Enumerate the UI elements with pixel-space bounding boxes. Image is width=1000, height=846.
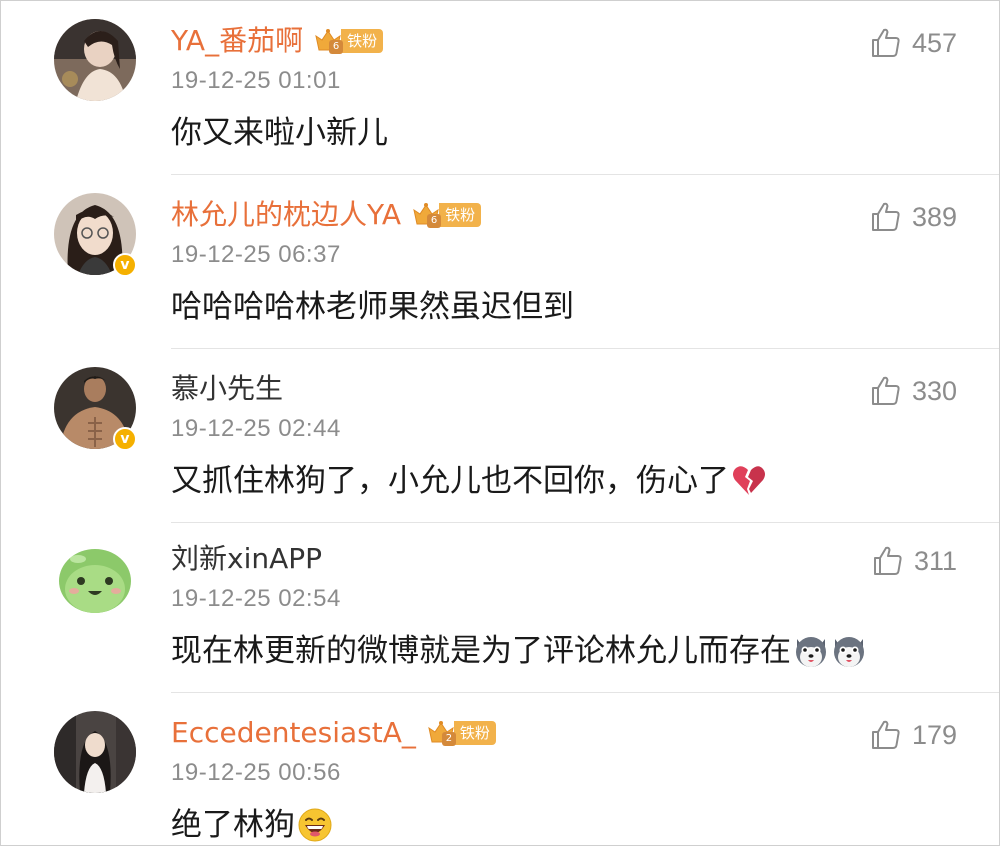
username[interactable]: YA_番茄啊 — [171, 21, 303, 61]
comment-text-body: 绝了林狗 — [171, 807, 295, 843]
username-row: YA_番茄啊 6 铁粉 — [171, 21, 384, 61]
verified-badge-icon: v — [113, 427, 137, 451]
comment-text: 现在林更新的微博就是为了评论林允儿而存在 — [171, 629, 867, 673]
comment-item: 刘新xinAPP 19-12-25 02:54 现在林更新的微博就是为了评论林允… — [1, 519, 999, 693]
thumbs-up-icon — [871, 720, 900, 749]
like-button[interactable]: 457 — [870, 23, 957, 63]
crown-icon: 2 — [426, 718, 456, 748]
badge-label: 铁粉 — [453, 721, 496, 745]
thumbs-up-icon — [871, 202, 900, 231]
timestamp: 19-12-25 01:01 — [171, 67, 341, 94]
comment-list: YA_番茄啊 6 铁粉 19-12-25 01:01 你又来啦小新儿 457 v… — [0, 0, 1000, 846]
like-button[interactable]: 330 — [870, 371, 957, 411]
fan-badge[interactable]: 6 铁粉 — [411, 200, 482, 230]
thumbs-up-icon — [871, 28, 900, 57]
like-button[interactable]: 389 — [870, 197, 957, 237]
like-count: 389 — [911, 201, 957, 232]
husky-icon — [831, 633, 867, 669]
comment-text: 绝了林狗 — [171, 803, 333, 845]
username[interactable]: 林允儿的枕边人YA — [171, 195, 401, 235]
comment-item: v 慕小先生 19-12-25 02:44 又抓住林狗了，小允儿也不回你，伤心了… — [1, 349, 999, 523]
avatar[interactable] — [54, 537, 136, 619]
badge-level: 6 — [427, 214, 442, 228]
like-count: 457 — [911, 27, 957, 58]
timestamp: 19-12-25 00:56 — [171, 759, 341, 786]
timestamp: 19-12-25 02:44 — [171, 415, 341, 442]
username-row: 刘新xinAPP — [171, 539, 322, 579]
like-count: 179 — [911, 719, 957, 750]
badge-label: 铁粉 — [341, 29, 384, 53]
comment-text: 又抓住林狗了，小允儿也不回你，伤心了 — [171, 459, 767, 503]
crown-icon: 6 — [313, 26, 344, 56]
username-row: 林允儿的枕边人YA 6 铁粉 — [171, 195, 482, 235]
comment-item: YA_番茄啊 6 铁粉 19-12-25 01:01 你又来啦小新儿 457 — [1, 1, 999, 175]
fan-badge[interactable]: 2 铁粉 — [426, 719, 496, 747]
username[interactable]: 刘新xinAPP — [171, 539, 322, 579]
comment-text: 你又来啦小新儿 — [171, 111, 388, 155]
badge-level: 6 — [329, 40, 344, 54]
avatar[interactable] — [54, 711, 136, 793]
verified-badge-icon: v — [113, 253, 137, 277]
laughing-face-icon — [297, 807, 333, 843]
timestamp: 19-12-25 06:37 — [171, 241, 341, 268]
timestamp: 19-12-25 02:54 — [171, 585, 341, 612]
comment-text-body: 你又来啦小新儿 — [171, 115, 388, 151]
username-row: EccedentesiastA_ 2 铁粉 — [171, 713, 496, 753]
crown-icon: 6 — [411, 200, 442, 230]
username[interactable]: 慕小先生 — [171, 369, 283, 409]
username-row: 慕小先生 — [171, 369, 283, 409]
badge-level: 2 — [441, 732, 456, 746]
comment-text-body: 现在林更新的微博就是为了评论林允儿而存在 — [171, 633, 791, 669]
fan-badge[interactable]: 6 铁粉 — [313, 26, 384, 56]
like-count: 311 — [913, 545, 957, 576]
like-count: 330 — [911, 375, 957, 406]
like-button[interactable]: 179 — [870, 715, 957, 755]
comment-text-body: 哈哈哈哈林老师果然虽迟但到 — [171, 289, 574, 325]
comment-text-body: 又抓住林狗了，小允儿也不回你，伤心了 — [171, 463, 729, 499]
badge-label: 铁粉 — [439, 203, 482, 227]
thumbs-up-icon — [871, 376, 900, 405]
username[interactable]: EccedentesiastA_ — [171, 713, 416, 753]
comment-text: 哈哈哈哈林老师果然虽迟但到 — [171, 285, 574, 329]
comment-item: v 林允儿的枕边人YA 6 铁粉 19-12-25 06:37 哈哈哈哈林老师果… — [1, 175, 999, 349]
husky-icon — [793, 633, 829, 669]
like-button[interactable]: 311 — [872, 541, 957, 581]
broken-heart-icon — [731, 463, 767, 499]
comment-item: EccedentesiastA_ 2 铁粉 19-12-25 00:56 绝了林… — [1, 693, 999, 845]
thumbs-up-icon — [873, 546, 902, 575]
avatar[interactable] — [54, 19, 136, 101]
